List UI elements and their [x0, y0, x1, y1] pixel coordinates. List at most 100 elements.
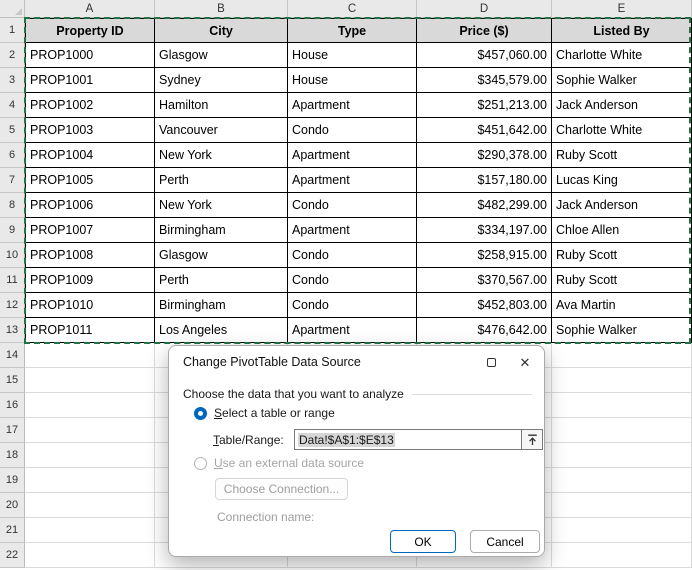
grid-cell[interactable] — [25, 518, 155, 543]
table-cell[interactable]: PROP1011 — [25, 318, 155, 343]
row-header[interactable]: 19 — [0, 468, 25, 493]
row-header[interactable]: 5 — [0, 118, 25, 143]
row-header[interactable]: 11 — [0, 268, 25, 293]
row-header[interactable]: 18 — [0, 443, 25, 468]
row-header[interactable]: 16 — [0, 393, 25, 418]
table-cell[interactable]: $157,180.00 — [417, 168, 552, 193]
row-header[interactable]: 1 — [0, 18, 25, 43]
table-header-cell[interactable]: Price ($) — [417, 18, 552, 43]
table-cell[interactable]: Apartment — [288, 143, 417, 168]
table-cell[interactable]: Glasgow — [155, 243, 288, 268]
column-header[interactable]: D — [417, 0, 552, 18]
table-cell[interactable]: PROP1005 — [25, 168, 155, 193]
table-cell[interactable]: Apartment — [288, 168, 417, 193]
table-cell[interactable]: Sophie Walker — [552, 68, 692, 93]
select-all-corner[interactable] — [0, 0, 25, 18]
row-header[interactable]: 10 — [0, 243, 25, 268]
table-cell[interactable]: Perth — [155, 268, 288, 293]
grid-cell[interactable] — [552, 543, 692, 568]
table-cell[interactable]: Ruby Scott — [552, 243, 692, 268]
row-header[interactable]: 22 — [0, 543, 25, 568]
table-cell[interactable]: $370,567.00 — [417, 268, 552, 293]
table-cell[interactable]: $290,378.00 — [417, 143, 552, 168]
table-cell[interactable]: Glasgow — [155, 43, 288, 68]
table-cell[interactable]: $258,915.00 — [417, 243, 552, 268]
column-header[interactable]: A — [25, 0, 155, 18]
table-cell[interactable]: $452,803.00 — [417, 293, 552, 318]
cancel-button[interactable]: Cancel — [470, 530, 540, 553]
row-header[interactable]: 12 — [0, 293, 25, 318]
maximize-icon[interactable] — [476, 351, 506, 374]
table-header-cell[interactable]: Type — [288, 18, 417, 43]
table-cell[interactable]: House — [288, 68, 417, 93]
table-cell[interactable]: PROP1006 — [25, 193, 155, 218]
table-cell[interactable]: $345,579.00 — [417, 68, 552, 93]
table-cell[interactable]: PROP1002 — [25, 93, 155, 118]
row-header[interactable]: 9 — [0, 218, 25, 243]
table-header-cell[interactable]: City — [155, 18, 288, 43]
table-cell[interactable]: Apartment — [288, 93, 417, 118]
grid-cell[interactable] — [552, 418, 692, 443]
radio-off-icon[interactable] — [194, 456, 207, 470]
row-header[interactable]: 3 — [0, 68, 25, 93]
grid-cell[interactable] — [552, 468, 692, 493]
table-cell[interactable]: PROP1003 — [25, 118, 155, 143]
table-cell[interactable]: PROP1009 — [25, 268, 155, 293]
table-header-cell[interactable]: Property ID — [25, 18, 155, 43]
grid-cell[interactable] — [552, 518, 692, 543]
choose-connection-button[interactable]: Choose Connection... — [215, 478, 348, 500]
row-header[interactable]: 8 — [0, 193, 25, 218]
row-header[interactable]: 14 — [0, 343, 25, 368]
table-cell[interactable]: Charlotte White — [552, 118, 692, 143]
grid-cell[interactable] — [25, 443, 155, 468]
table-cell[interactable]: Los Angeles — [155, 318, 288, 343]
table-cell[interactable]: New York — [155, 143, 288, 168]
table-cell[interactable]: Ruby Scott — [552, 268, 692, 293]
table-cell[interactable]: Condo — [288, 118, 417, 143]
ok-button[interactable]: OK — [390, 530, 456, 553]
grid-cell[interactable] — [25, 368, 155, 393]
table-cell[interactable]: Chloe Allen — [552, 218, 692, 243]
table-cell[interactable]: Jack Anderson — [552, 93, 692, 118]
table-cell[interactable]: Lucas King — [552, 168, 692, 193]
table-cell[interactable]: Birmingham — [155, 218, 288, 243]
table-cell[interactable]: Charlotte White — [552, 43, 692, 68]
table-cell[interactable]: PROP1001 — [25, 68, 155, 93]
table-cell[interactable]: $334,197.00 — [417, 218, 552, 243]
table-cell[interactable]: PROP1007 — [25, 218, 155, 243]
table-cell[interactable]: Perth — [155, 168, 288, 193]
table-cell[interactable]: Birmingham — [155, 293, 288, 318]
table-cell[interactable]: Condo — [288, 243, 417, 268]
row-header[interactable]: 6 — [0, 143, 25, 168]
table-header-cell[interactable]: Listed By — [552, 18, 692, 43]
grid-cell[interactable] — [552, 493, 692, 518]
table-cell[interactable]: Hamilton — [155, 93, 288, 118]
row-header[interactable]: 21 — [0, 518, 25, 543]
table-cell[interactable]: $451,642.00 — [417, 118, 552, 143]
grid-cell[interactable] — [25, 468, 155, 493]
table-cell[interactable]: PROP1008 — [25, 243, 155, 268]
grid-cell[interactable] — [25, 493, 155, 518]
row-header[interactable]: 15 — [0, 368, 25, 393]
row-header[interactable]: 2 — [0, 43, 25, 68]
radio-on-icon[interactable] — [194, 406, 207, 420]
table-cell[interactable]: Condo — [288, 193, 417, 218]
grid-cell[interactable] — [552, 393, 692, 418]
row-header[interactable]: 13 — [0, 318, 25, 343]
table-cell[interactable]: PROP1010 — [25, 293, 155, 318]
radio-select-table-range[interactable]: Select a table or range — [194, 406, 335, 420]
grid-cell[interactable] — [25, 418, 155, 443]
table-cell[interactable]: Ava Martin — [552, 293, 692, 318]
table-cell[interactable]: PROP1004 — [25, 143, 155, 168]
table-cell[interactable]: PROP1000 — [25, 43, 155, 68]
table-cell[interactable]: Vancouver — [155, 118, 288, 143]
table-cell[interactable]: $251,213.00 — [417, 93, 552, 118]
table-cell[interactable]: $457,060.00 — [417, 43, 552, 68]
grid-cell[interactable] — [552, 368, 692, 393]
table-cell[interactable]: Apartment — [288, 318, 417, 343]
row-header[interactable]: 17 — [0, 418, 25, 443]
column-header[interactable]: C — [288, 0, 417, 18]
table-cell[interactable]: Condo — [288, 293, 417, 318]
table-range-input[interactable]: Data!$A$1:$E$13 — [294, 429, 522, 450]
row-header[interactable]: 4 — [0, 93, 25, 118]
